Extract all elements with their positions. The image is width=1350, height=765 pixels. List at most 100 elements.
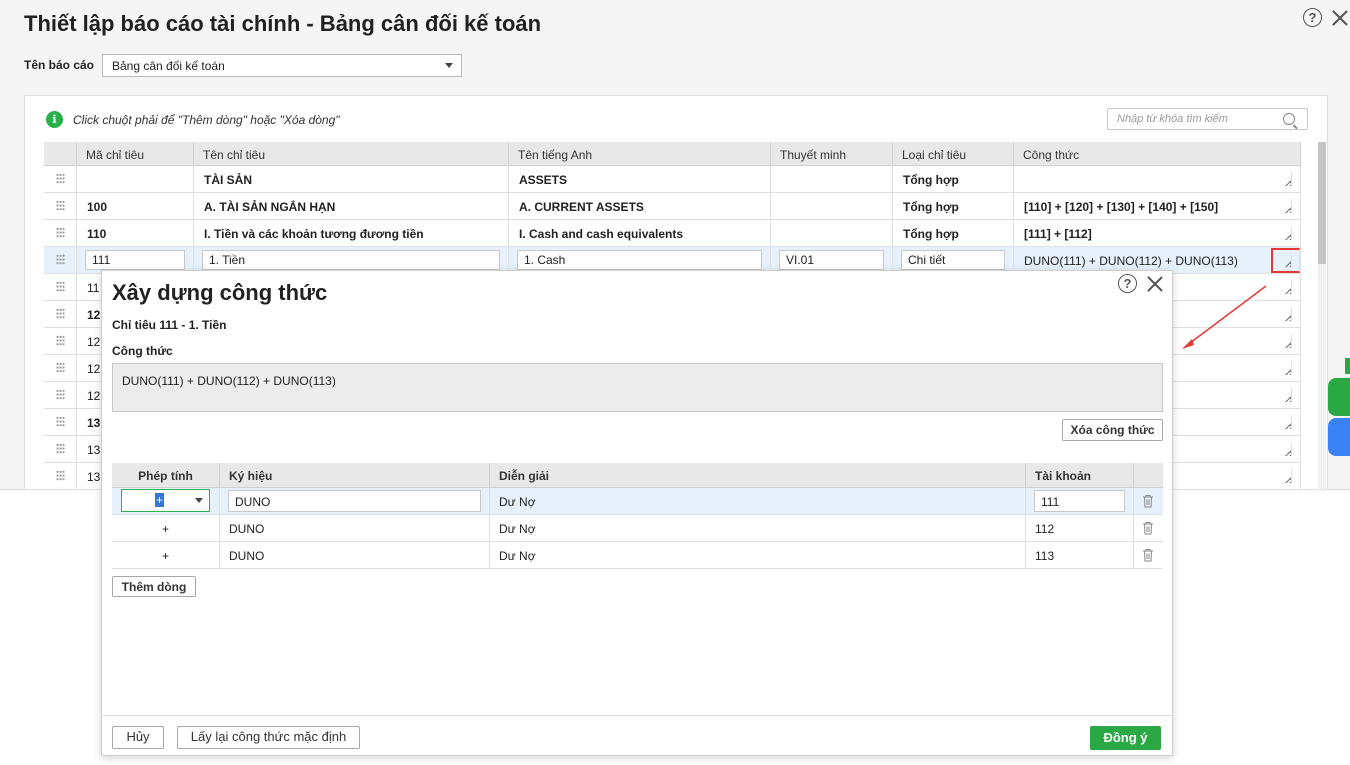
type-cell: Tổng hợp	[893, 220, 1014, 246]
symbol-input[interactable]: DUNO	[228, 490, 481, 512]
english-cell: I. Cash and cash equivalents	[509, 220, 771, 246]
operation-cell[interactable]: +	[112, 542, 220, 568]
edit-pencil-icon[interactable]	[1271, 172, 1292, 186]
hint-text: Click chuột phải để "Thêm dòng" hoặc "Xó…	[73, 113, 340, 127]
description-cell: Dư Nợ	[490, 515, 1026, 541]
operation-select[interactable]: +	[121, 489, 210, 512]
trash-icon[interactable]	[1142, 548, 1154, 562]
search-placeholder: Nhập từ khóa tìm kiếm	[1117, 113, 1228, 125]
add-row-button[interactable]: Thêm dòng	[112, 576, 196, 597]
code-cell-input[interactable]: 111	[85, 250, 185, 270]
drag-handle-icon[interactable]	[44, 355, 77, 381]
search-icon[interactable]	[1283, 113, 1295, 125]
trash-icon[interactable]	[1142, 521, 1154, 535]
edit-pencil-icon[interactable]	[1271, 469, 1292, 483]
drag-handle-icon[interactable]	[44, 274, 77, 300]
table-row[interactable]: TÀI SẢN ASSETS Tổng hợp	[44, 166, 1301, 193]
table-row[interactable]: + DUNO Dư Nợ 113	[112, 542, 1163, 569]
formula-cell: [111] + [112]	[1014, 220, 1301, 246]
operation-cell[interactable]: +	[112, 515, 220, 541]
symbol-cell[interactable]: DUNO	[220, 515, 490, 541]
formula-grid-header: Phép tính Ký hiệu Diễn giải Tài khoản	[112, 463, 1163, 488]
drag-handle-icon[interactable]	[44, 328, 77, 354]
header-account: Tài khoản	[1026, 463, 1134, 487]
actions-cell	[1134, 488, 1163, 514]
formula-builder-dialog: Xây dựng công thức ? Chỉ tiêu 111 - 1. T…	[101, 270, 1173, 756]
scrollbar-thumb[interactable]	[1318, 142, 1326, 264]
drag-handle-icon[interactable]	[44, 463, 77, 489]
account-input[interactable]: 111	[1034, 490, 1125, 512]
edit-pencil-icon[interactable]	[1271, 415, 1292, 429]
ok-button[interactable]: Đồng ý	[1090, 726, 1161, 750]
edit-pencil-icon[interactable]	[1271, 361, 1292, 375]
actions-cell	[1134, 542, 1163, 568]
grid-scrollbar[interactable]	[1318, 142, 1326, 491]
drag-handle-icon[interactable]	[44, 436, 77, 462]
table-row[interactable]: + DUNO Dư Nợ 111	[112, 488, 1163, 515]
drag-handle-icon[interactable]	[44, 301, 77, 327]
edit-pencil-icon[interactable]	[1271, 388, 1292, 402]
drag-handle-icon[interactable]	[44, 166, 77, 192]
table-row[interactable]: + DUNO Dư Nợ 112	[112, 515, 1163, 542]
symbol-cell[interactable]: DUNO	[220, 542, 490, 568]
dialog-footer: Hủy Lấy lại công thức mặc định Đồng ý	[102, 715, 1172, 755]
note-cell-input[interactable]: VI.01	[779, 250, 884, 270]
edit-pencil-icon[interactable]	[1271, 334, 1292, 348]
table-row[interactable]: 110 I. Tiền và các khoản tương đương tiền…	[44, 220, 1301, 247]
note-cell	[771, 220, 893, 246]
formula-cell	[1014, 166, 1301, 192]
account-cell[interactable]: 113	[1026, 542, 1134, 568]
actions-cell	[1134, 515, 1163, 541]
edit-pencil-icon[interactable]	[1271, 307, 1292, 321]
formula-textarea[interactable]: DUNO(111) + DUNO(112) + DUNO(113)	[112, 363, 1163, 412]
help-icon[interactable]: ?	[1303, 8, 1322, 27]
header-formula[interactable]: Công thức	[1014, 142, 1301, 165]
formula-grid-body: + DUNO Dư Nợ 111 + DUNO Dư Nợ 112 + DUNO Dư Nợ 113	[112, 488, 1163, 569]
edit-pencil-icon[interactable]	[1271, 226, 1292, 240]
type-cell-input[interactable]: Chi tiết	[901, 250, 1005, 270]
formula-cell: [110] + [120] + [130] + [140] + [150]	[1014, 193, 1301, 219]
megaphone-icon[interactable]	[1328, 378, 1350, 416]
info-icon: i	[46, 111, 63, 128]
close-icon[interactable]	[1330, 8, 1350, 28]
name-cell-input[interactable]: 1. Tiền	[202, 250, 500, 270]
header-type[interactable]: Loại chỉ tiêu	[893, 142, 1014, 165]
name-cell: I. Tiền và các khoản tương đương tiền	[194, 220, 509, 246]
edit-pencil-icon[interactable]	[1271, 442, 1292, 456]
edit-pencil-icon[interactable]	[1271, 199, 1292, 213]
trash-icon[interactable]	[1142, 494, 1154, 508]
header-name[interactable]: Tên chỉ tiêu	[194, 142, 509, 165]
code-cell: 110	[77, 220, 194, 246]
account-cell[interactable]: 112	[1026, 515, 1134, 541]
edit-pencil-icon[interactable]	[1271, 280, 1292, 294]
restore-default-button[interactable]: Lấy lại công thức mặc định	[177, 726, 360, 749]
operation-cell: +	[112, 488, 220, 514]
clear-formula-button[interactable]: Xóa công thức	[1062, 419, 1163, 441]
search-input[interactable]: Nhập từ khóa tìm kiếm	[1107, 108, 1308, 130]
header-code[interactable]: Mã chỉ tiêu	[77, 142, 194, 165]
drag-handle-icon[interactable]	[44, 220, 77, 246]
english-cell: ASSETS	[509, 166, 771, 192]
note-cell	[771, 193, 893, 219]
drag-handle-icon[interactable]	[44, 247, 77, 273]
drag-handle-icon[interactable]	[44, 193, 77, 219]
report-name-select[interactable]: Bảng cân đối kế toán	[102, 54, 462, 77]
help-icon[interactable]: ?	[1118, 274, 1137, 293]
cancel-button[interactable]: Hủy	[112, 726, 164, 749]
header-english[interactable]: Tên tiếng Anh	[509, 142, 771, 165]
drag-handle-icon[interactable]	[44, 409, 77, 435]
english-cell-input[interactable]: 1. Cash	[517, 250, 762, 270]
close-icon[interactable]	[1145, 274, 1165, 294]
header-symbol: Ký hiệu	[220, 463, 490, 487]
table-row[interactable]: 100 A. TÀI SẢN NGẮN HẠN A. CURRENT ASSETS T…	[44, 193, 1301, 220]
type-cell: Tổng hợp	[893, 166, 1014, 192]
type-cell: Tổng hợp	[893, 193, 1014, 219]
code-cell: 100	[77, 193, 194, 219]
float-tab-icon[interactable]	[1345, 358, 1350, 374]
drag-handle-icon[interactable]	[44, 382, 77, 408]
header-description: Diễn giải	[490, 463, 1026, 487]
header-note[interactable]: Thuyết minh	[771, 142, 893, 165]
chevron-down-icon	[445, 63, 453, 68]
chat-icon[interactable]	[1328, 418, 1350, 456]
formula-label: Công thức	[112, 344, 173, 358]
